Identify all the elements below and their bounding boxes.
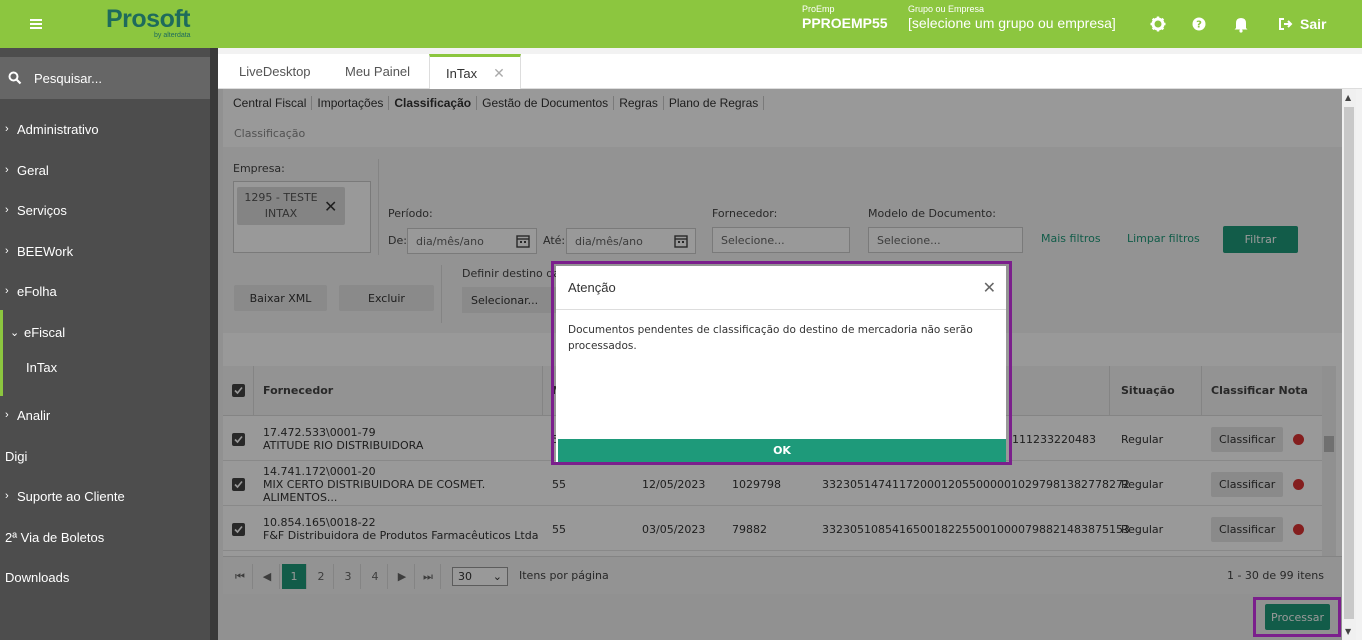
page-scroll-thumb[interactable] (1344, 107, 1354, 619)
search-icon (8, 71, 22, 85)
prosoft-logo: Prosoft by alterdata (106, 3, 216, 43)
sidebar-item-label: Administrativo (17, 121, 99, 137)
tab-label: InTax (446, 65, 478, 81)
scroll-down-icon[interactable]: ▼ (1345, 627, 1351, 636)
sidebar-item-digi[interactable]: Digi (0, 441, 210, 471)
brand-name: Prosoft (106, 5, 191, 33)
chevron-right-icon: › (5, 123, 9, 135)
chevron-right-icon: › (5, 164, 9, 176)
sidebar-item-servicos[interactable]: › Serviços (0, 195, 210, 225)
brand-sub: by alterdata (154, 32, 191, 39)
proemp-label: ProEmp (802, 4, 835, 14)
dialog-highlight (551, 261, 1012, 465)
tab-livedesktop[interactable]: LiveDesktop (223, 54, 327, 89)
sidebar-item-label: InTax (26, 359, 58, 375)
tab-meu-painel[interactable]: Meu Painel (329, 54, 426, 89)
sidebar-item-boletos[interactable]: 2ª Via de Boletos (0, 522, 210, 552)
search-box[interactable]: Pesquisar... (0, 57, 210, 99)
logout-icon (1279, 18, 1293, 30)
close-tab-icon[interactable]: ✕ (493, 65, 505, 82)
sidebar-item-efiscal[interactable]: ⌄ eFiscal (0, 317, 210, 347)
menu-icon[interactable] (24, 14, 48, 34)
processar-highlight (1253, 597, 1341, 637)
chevron-right-icon: › (5, 285, 9, 297)
chevron-down-icon: ⌄ (10, 326, 20, 339)
sidebar-item-label: eFiscal (24, 324, 66, 340)
tab-label: Meu Painel (345, 64, 411, 79)
sidebar: Pesquisar... › Administrativo › Geral › Ser… (0, 48, 210, 640)
svg-text:?: ? (1196, 20, 1202, 31)
sidebar-item-label: Suporte ao Cliente (17, 488, 125, 504)
sidebar-item-label: eFolha (17, 283, 57, 299)
proemp-value[interactable]: PPROEMP55 (802, 15, 888, 31)
tab-bar: LiveDesktop Meu Painel InTax ✕ (218, 54, 1362, 89)
grupo-selector[interactable]: [selecione um grupo ou empresa] (908, 15, 1116, 31)
sidebar-item-beework[interactable]: › BEEWork (0, 236, 210, 266)
sidebar-item-administrativo[interactable]: › Administrativo (0, 114, 210, 144)
sidebar-item-analir[interactable]: › Analir (0, 400, 210, 430)
sidebar-edge (210, 48, 218, 640)
sidebar-item-geral[interactable]: › Geral (0, 155, 210, 185)
page-scrollbar[interactable]: ▲ ▼ (1342, 89, 1356, 640)
sidebar-item-suporte[interactable]: › Suporte ao Cliente (0, 481, 210, 511)
chevron-right-icon: › (5, 490, 9, 502)
gear-icon[interactable] (1148, 14, 1168, 34)
top-bar: Prosoft by alterdata ProEmp PPROEMP55 Gr… (0, 0, 1362, 48)
search-input[interactable]: Pesquisar... (34, 71, 102, 86)
sidebar-item-label: Serviços (17, 202, 67, 218)
sidebar-item-label: Downloads (5, 569, 70, 585)
sidebar-item-label: 2ª Via de Boletos (5, 529, 105, 545)
logout-label: Sair (1300, 16, 1327, 32)
sidebar-item-label: Analir (17, 407, 51, 423)
scroll-up-icon[interactable]: ▲ (1345, 93, 1351, 102)
sidebar-item-label: Geral (17, 162, 49, 178)
sidebar-item-downloads[interactable]: Downloads (0, 562, 210, 592)
chevron-right-icon: › (5, 204, 9, 216)
logout-button[interactable]: Sair (1278, 14, 1326, 34)
sidebar-item-label: Digi (5, 448, 28, 464)
chevron-right-icon: › (5, 245, 9, 257)
sidebar-item-efolha[interactable]: › eFolha (0, 276, 210, 306)
bell-icon[interactable] (1231, 14, 1251, 34)
tab-label: LiveDesktop (239, 64, 311, 79)
tab-intax[interactable]: InTax ✕ (429, 54, 521, 89)
help-icon[interactable]: ? (1189, 14, 1209, 34)
sidebar-item-label: BEEWork (17, 243, 74, 259)
chevron-right-icon: › (5, 409, 9, 421)
sidebar-item-intax[interactable]: InTax (0, 352, 210, 382)
grupo-label: Grupo ou Empresa (908, 4, 985, 14)
